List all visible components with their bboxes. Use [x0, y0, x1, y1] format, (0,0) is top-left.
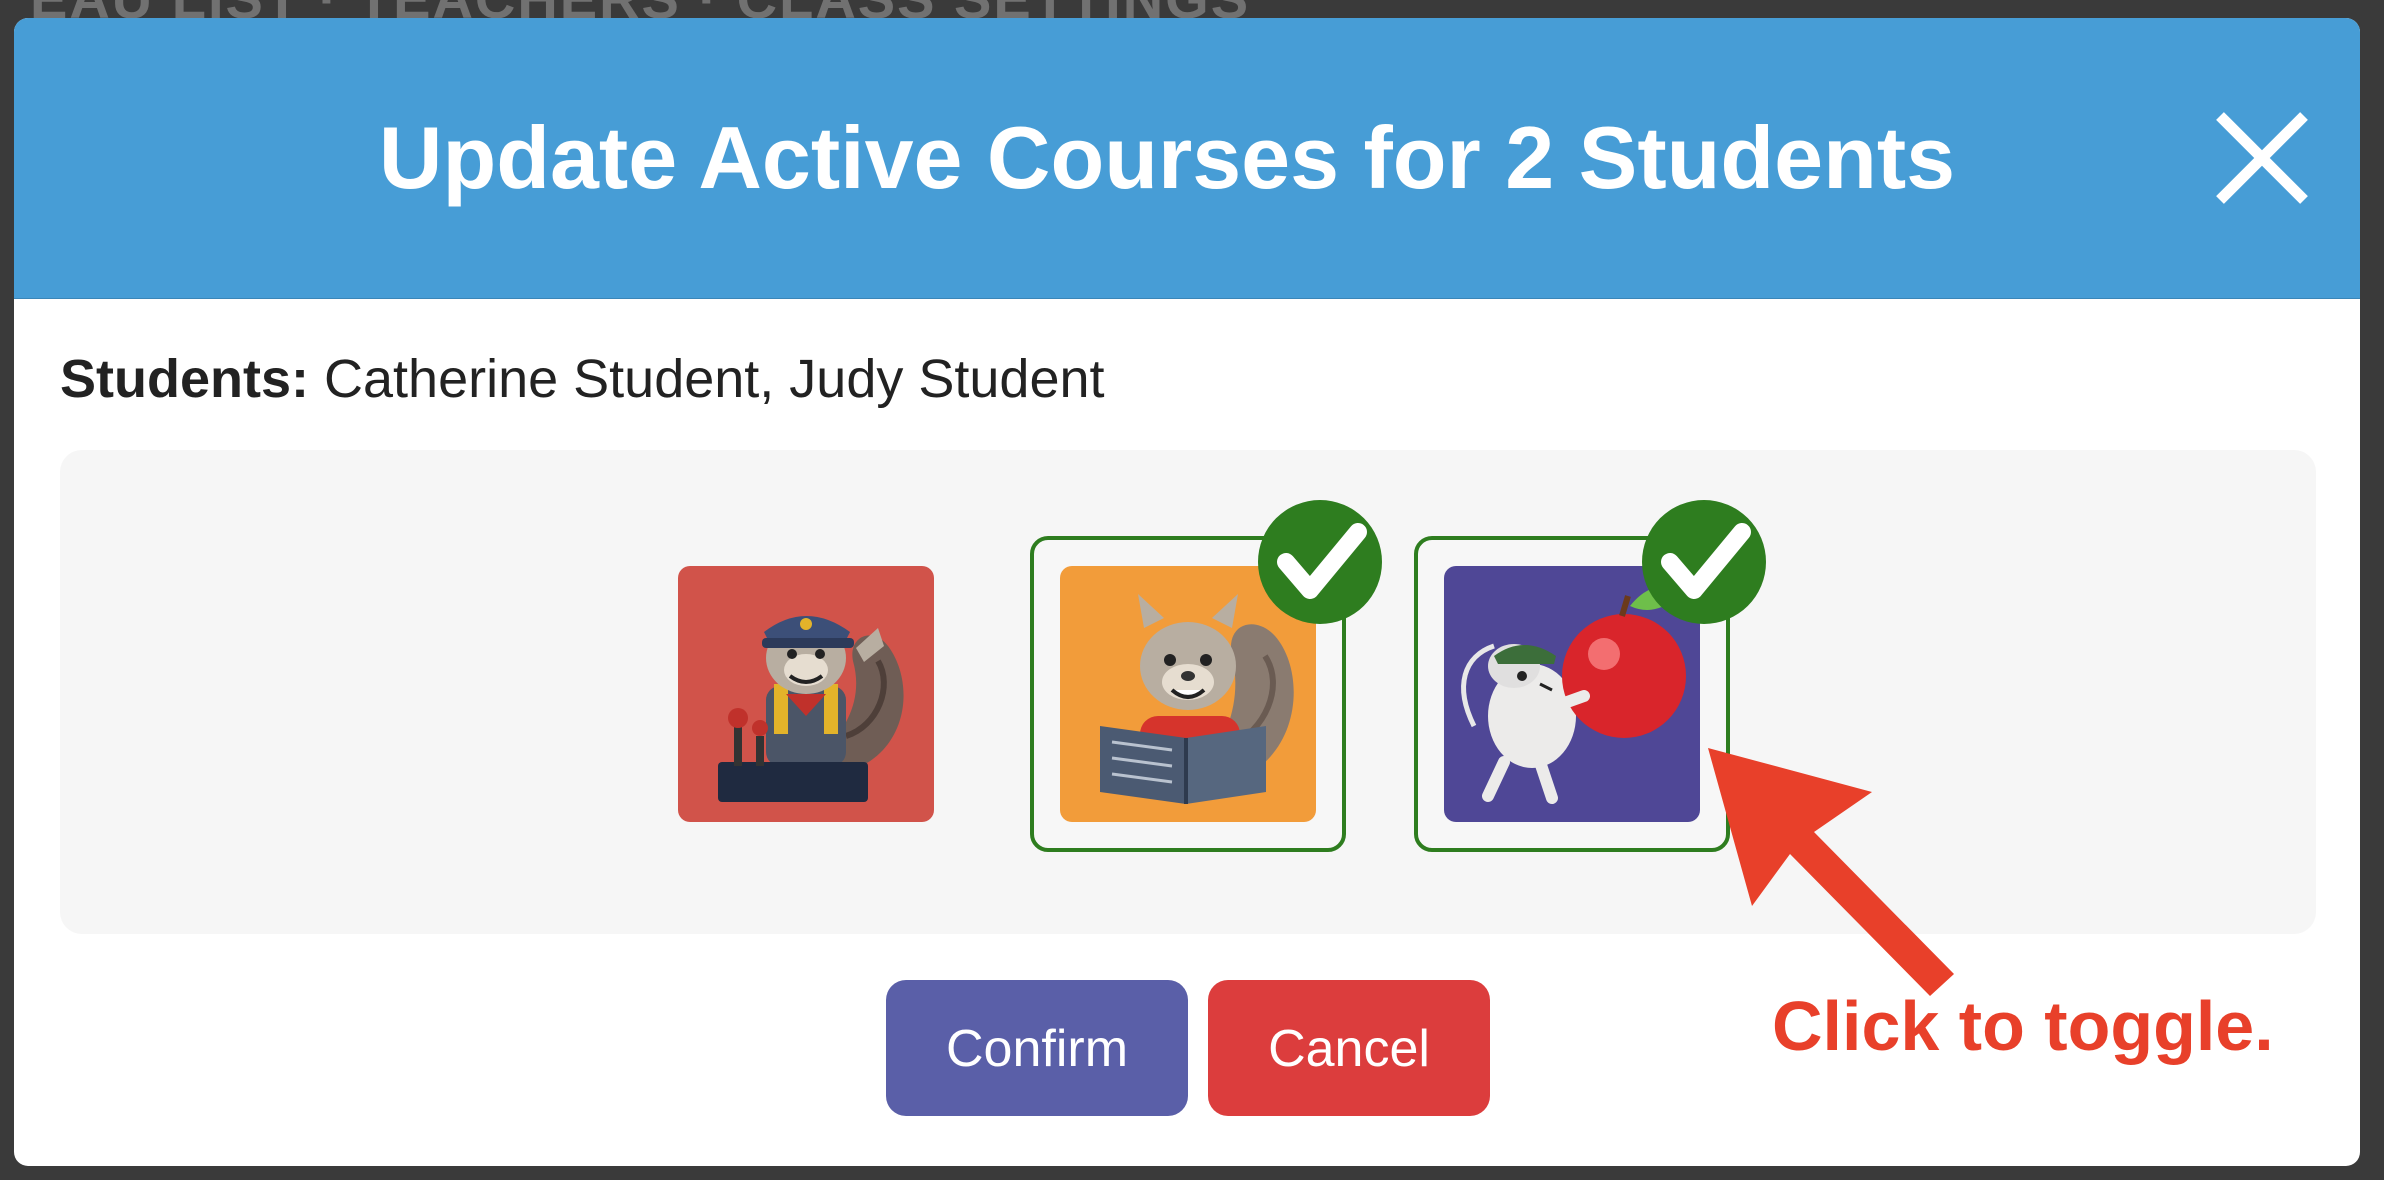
annotation-arrow-icon	[1708, 748, 1954, 996]
dialog-header: Update Active Courses for 2 Students	[14, 18, 2360, 299]
students-label: Students:	[60, 349, 309, 409]
students-line: Students: Catherine Student, Judy Studen…	[60, 348, 1105, 410]
course-tile-reading-squirrel[interactable]	[1030, 500, 1382, 852]
close-icon[interactable]	[2206, 102, 2318, 214]
cancel-button[interactable]: Cancel	[1208, 980, 1490, 1116]
students-value: Catherine Student, Judy Student	[309, 349, 1105, 409]
course-tile-mouse-apple[interactable]	[1414, 500, 1766, 852]
course-tile-conductor-squirrel[interactable]	[678, 566, 934, 822]
annotation-text: Click to toggle.	[1772, 987, 2274, 1065]
confirm-button[interactable]: Confirm	[886, 980, 1188, 1116]
squirrel-conductor-icon	[678, 566, 934, 822]
update-courses-dialog: Update Active Courses for 2 Students Stu…	[14, 18, 2360, 1166]
check-icon	[1640, 498, 1768, 626]
check-icon	[1256, 498, 1384, 626]
dialog-title: Update Active Courses for 2 Students	[378, 108, 1956, 207]
